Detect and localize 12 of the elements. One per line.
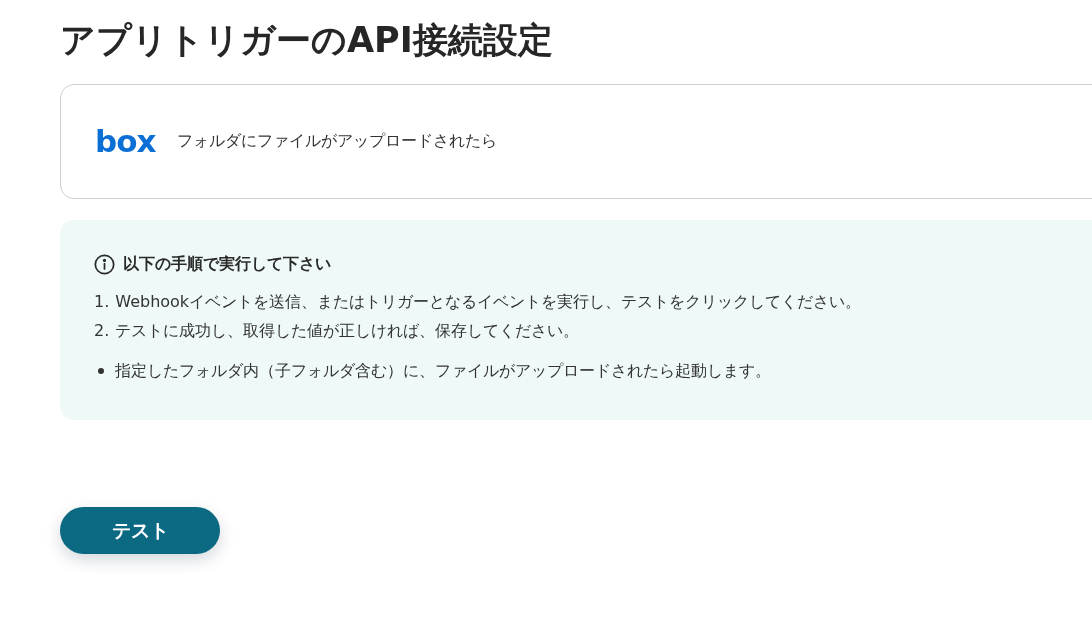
- step-number: 1.: [94, 291, 110, 313]
- test-button[interactable]: テスト: [60, 507, 220, 554]
- instructions-title: 以下の手順で実行して下さい: [123, 254, 331, 275]
- bullet-icon: [98, 368, 104, 374]
- info-icon: [94, 254, 115, 275]
- note-text: 指定したフォルダ内（子フォルダ含む）に、ファイルがアップロードされたら起動します。: [115, 360, 771, 382]
- step-text: テストに成功し、取得した値が正しければ、保存してください。: [115, 320, 580, 342]
- app-logo: box: [95, 126, 156, 157]
- step-number: 2.: [94, 320, 110, 342]
- trigger-label: フォルダにファイルがアップロードされたら: [177, 131, 498, 152]
- step-text: Webhookイベントを送信、またはトリガーとなるイベントを実行し、テストをクリックしてください。: [115, 291, 862, 313]
- page-title: アプリトリガーのAPI接続設定: [60, 19, 553, 62]
